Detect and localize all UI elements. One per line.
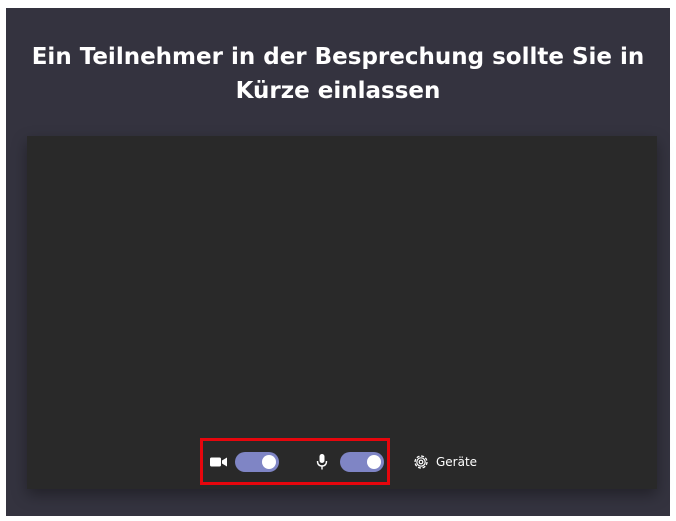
gear-icon: [412, 453, 430, 471]
lobby-message: Ein Teilnehmer in der Besprechung sollte…: [31, 44, 645, 104]
video-preview: Geräte: [27, 136, 657, 489]
devices-label: Geräte: [436, 455, 478, 469]
devices-button[interactable]: Geräte: [412, 453, 477, 471]
lobby-window: Ein Teilnehmer in der Besprechung sollte…: [6, 8, 670, 516]
highlight-box: [200, 438, 390, 485]
